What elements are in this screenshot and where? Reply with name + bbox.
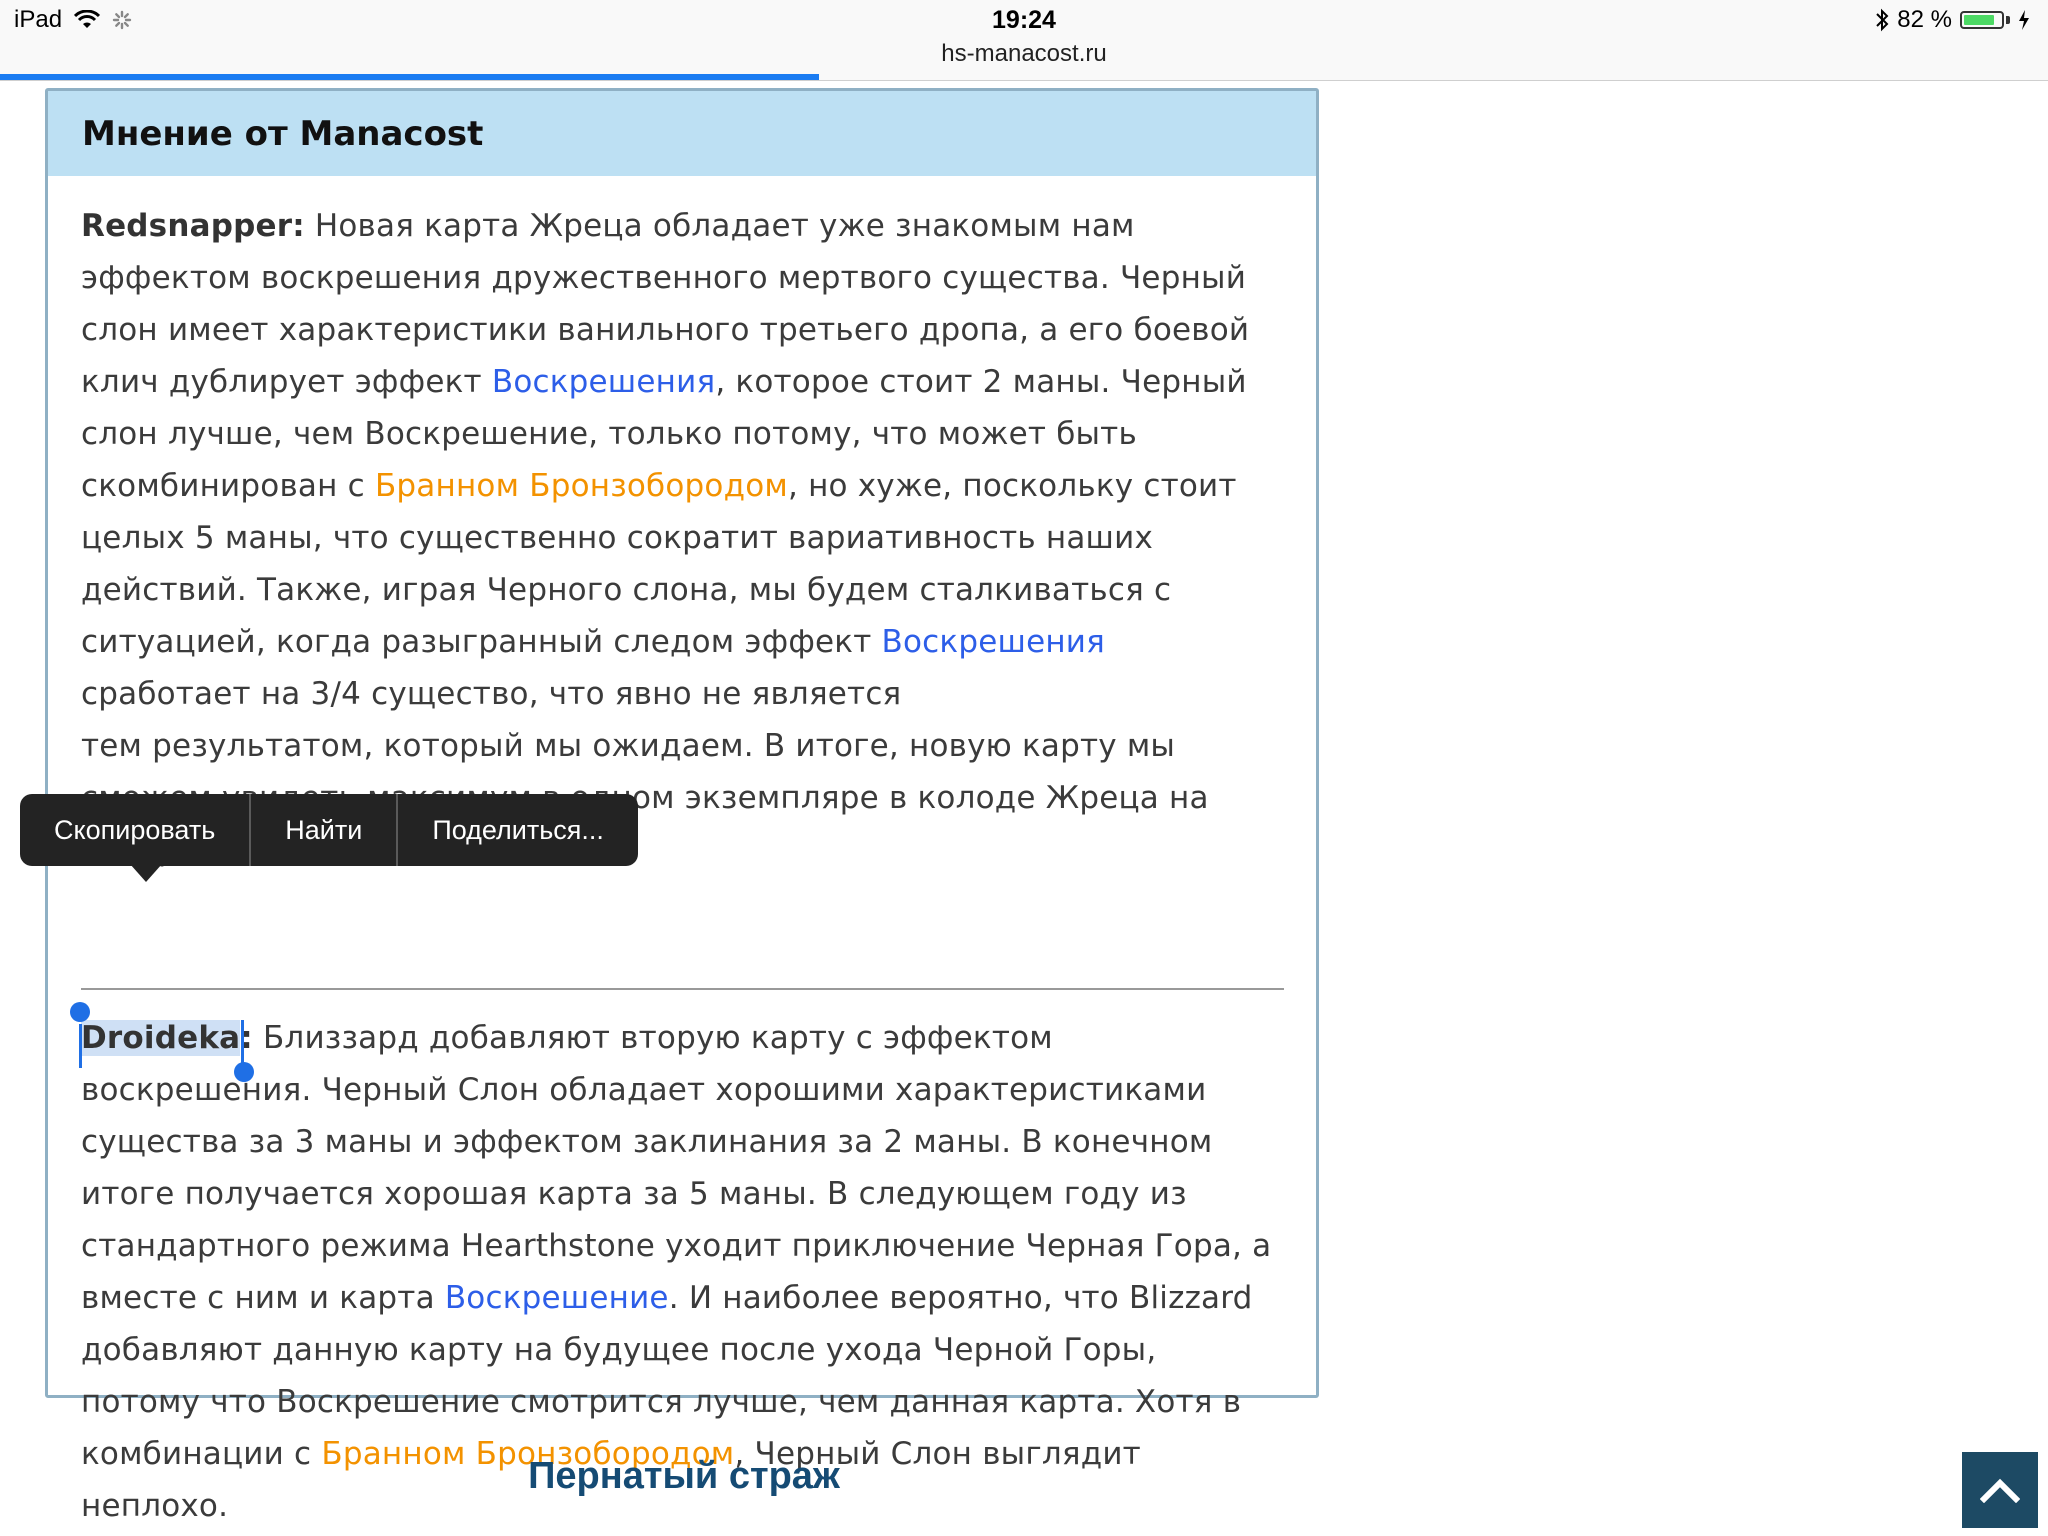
chevron-up-icon bbox=[1980, 1478, 2020, 1503]
author-droideka: Droideka bbox=[81, 1020, 241, 1056]
battery-level-fill bbox=[1964, 15, 1994, 25]
opinion-card-title: Мнение от Manacost bbox=[82, 113, 484, 154]
share-menu-item[interactable]: Поделиться... bbox=[398, 794, 638, 866]
battery-percent: 82 % bbox=[1897, 6, 1952, 33]
author-redsnapper: Redsnapper: bbox=[81, 208, 305, 244]
opinion-paragraph-droideka: Droideka: Близзард добавляют вторую карт… bbox=[70, 1002, 1284, 1532]
charging-bolt-icon bbox=[2019, 10, 2029, 30]
link-resurrect[interactable]: Воскрешения bbox=[492, 364, 715, 400]
copy-menu-item[interactable]: Скопировать bbox=[20, 794, 249, 866]
battery-icon bbox=[1960, 11, 2004, 29]
link-resurrect[interactable]: Воскрешения bbox=[882, 624, 1105, 660]
paragraph-text: сработает на 3/4 существо, что явно не я… bbox=[81, 676, 902, 712]
battery-tip bbox=[2006, 16, 2010, 24]
scroll-to-top-button[interactable] bbox=[1962, 1452, 2038, 1528]
status-right: 82 % bbox=[1875, 6, 2030, 34]
page-load-progress bbox=[0, 74, 820, 80]
find-menu-item[interactable]: Найти bbox=[251, 794, 396, 866]
link-brann-bronzebeard[interactable]: Бранном Бронзобородом bbox=[375, 468, 788, 504]
bluetooth-icon bbox=[1876, 8, 1889, 32]
context-menu-pointer bbox=[130, 864, 162, 882]
opinion-paragraph-redsnapper: Redsnapper: Новая карта Жреца обладает у… bbox=[81, 200, 1284, 876]
address-url[interactable]: hs-manacost.ru bbox=[0, 40, 2048, 68]
selection-start-handle[interactable] bbox=[70, 1002, 90, 1022]
status-time: 19:24 bbox=[992, 6, 1056, 34]
opinion-card: Мнение от Manacost Redsnapper: Новая кар… bbox=[45, 88, 1319, 1524]
status-bar: iPad 19:24 hs-manacost.ru 82 % bbox=[0, 0, 2048, 81]
paragraph-text: Близзард добавляют вторую карту с эффект… bbox=[81, 1020, 1272, 1316]
text-selection[interactable]: Droideka bbox=[70, 1002, 255, 1082]
opinion-divider bbox=[81, 988, 1284, 990]
selection-context-menu: Скопировать Найти Поделиться... bbox=[20, 794, 638, 866]
selection-end-caret[interactable] bbox=[241, 1020, 245, 1068]
link-resurrect[interactable]: Воскрешение bbox=[445, 1280, 669, 1316]
selection-start-caret[interactable] bbox=[79, 1024, 82, 1068]
next-section-title: Пернатый страж bbox=[528, 1455, 840, 1497]
opinion-card-header: Мнение от Manacost bbox=[48, 91, 1316, 176]
